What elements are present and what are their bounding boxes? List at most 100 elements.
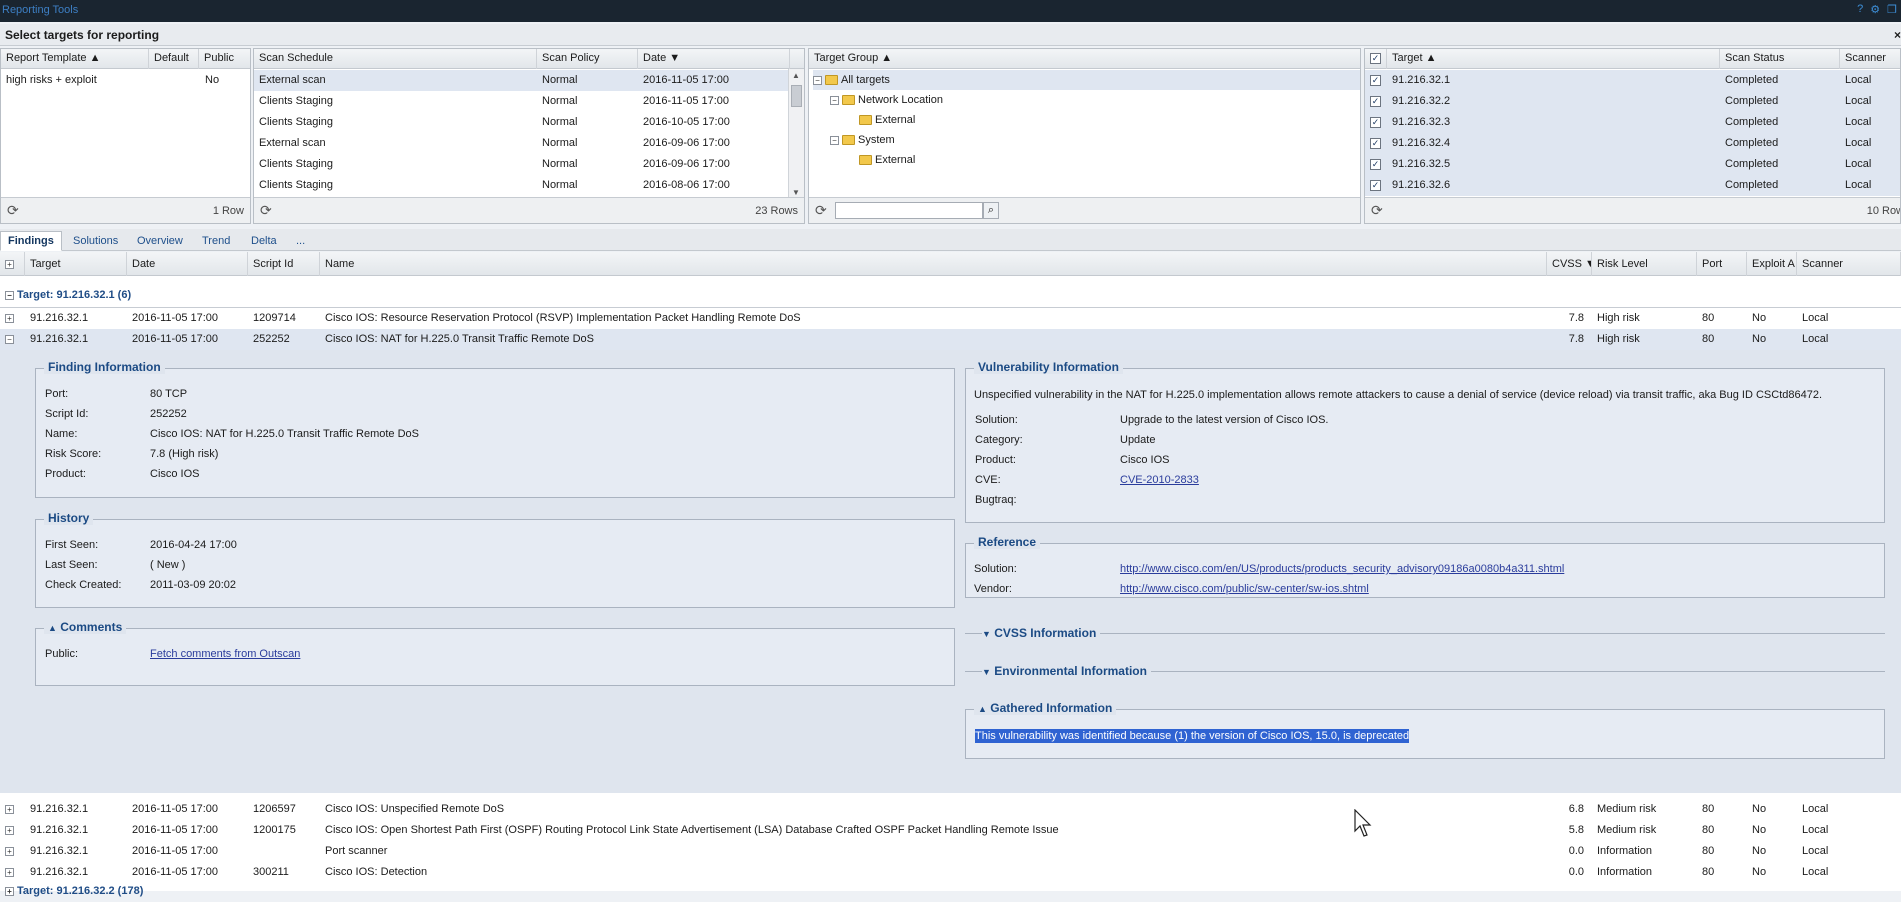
field-label: Last Seen: bbox=[45, 559, 98, 571]
environmental-information-toggle[interactable]: ▼ Environmental Information bbox=[982, 664, 1151, 678]
scrollbar-thumb[interactable] bbox=[791, 85, 802, 107]
table-row[interactable]: ✓ 91.216.32.3 Completed Local bbox=[1365, 112, 1900, 133]
column-exploit[interactable]: Exploit A bbox=[1747, 252, 1797, 276]
expand-row-icon[interactable]: + bbox=[5, 799, 25, 820]
column-port[interactable]: Port bbox=[1697, 252, 1747, 276]
collapse-icon[interactable]: − bbox=[830, 135, 839, 145]
target-checkbox[interactable]: ✓ bbox=[1365, 70, 1387, 91]
table-row[interactable]: ✓ 91.216.32.6 Completed Local bbox=[1365, 175, 1900, 196]
collapse-icon[interactable]: − bbox=[830, 95, 839, 105]
refresh-icon[interactable]: ⟳ bbox=[260, 203, 272, 217]
column-scanner[interactable]: Scanner bbox=[1797, 252, 1901, 276]
table-row[interactable]: ✓ 91.216.32.2 Completed Local bbox=[1365, 91, 1900, 112]
column-target-group[interactable]: Target Group ▲ bbox=[809, 49, 1360, 69]
refresh-icon[interactable]: ⟳ bbox=[1371, 203, 1383, 217]
tab-delta[interactable]: Delta bbox=[243, 231, 285, 251]
close-icon[interactable]: × bbox=[1894, 28, 1901, 42]
table-row[interactable]: high risks + exploit No bbox=[1, 70, 250, 91]
column-script-id[interactable]: Script Id bbox=[248, 252, 320, 276]
collapse-row-icon[interactable]: − bbox=[5, 329, 25, 350]
column-scan-policy[interactable]: Scan Policy bbox=[537, 49, 638, 69]
column-scanner[interactable]: Scanner bbox=[1840, 49, 1900, 69]
column-target[interactable]: Target bbox=[25, 252, 127, 276]
tree-node[interactable]: − All targets bbox=[813, 70, 1360, 90]
template-public: No bbox=[205, 74, 220, 86]
table-row[interactable]: Clients Staging Normal 2016-09-06 17:00 bbox=[254, 154, 788, 175]
column-date[interactable]: Date ▼ bbox=[638, 49, 790, 69]
group-row-target-2[interactable]: + Target: 91.216.32.2 (178) bbox=[0, 881, 1901, 902]
expand-icon[interactable]: + bbox=[5, 886, 14, 896]
column-scan-schedule[interactable]: Scan Schedule bbox=[254, 49, 537, 69]
cve-link[interactable]: CVE-2010-2833 bbox=[1120, 474, 1199, 486]
collapse-icon[interactable]: − bbox=[813, 75, 822, 85]
select-all-checkbox[interactable]: ✓ bbox=[1365, 49, 1387, 69]
target-checkbox[interactable]: ✓ bbox=[1365, 175, 1387, 196]
tree-node[interactable]: External bbox=[847, 110, 915, 130]
finding-script-id: 1200175 bbox=[253, 824, 296, 836]
table-row[interactable]: ✓ 91.216.32.1 Completed Local bbox=[1365, 70, 1900, 91]
scroll-up-icon[interactable]: ▲ bbox=[792, 71, 800, 80]
table-row[interactable]: External scan Normal 2016-09-06 17:00 bbox=[254, 133, 788, 154]
expand-row-icon[interactable]: + bbox=[5, 308, 25, 329]
table-row[interactable]: ✓ 91.216.32.4 Completed Local bbox=[1365, 133, 1900, 154]
reference-vendor-link[interactable]: http://www.cisco.com/public/sw-center/sw… bbox=[1120, 583, 1369, 595]
finding-row[interactable]: +91.216.32.1 2016-11-05 17:00 300211 Cisco … bbox=[0, 862, 1901, 883]
settings-icon[interactable]: ⚙ bbox=[1870, 3, 1880, 16]
column-target[interactable]: Target ▲ bbox=[1387, 49, 1720, 69]
tree-node[interactable]: External bbox=[847, 150, 915, 170]
refresh-icon[interactable]: ⟳ bbox=[7, 203, 19, 217]
column-date[interactable]: Date bbox=[127, 252, 248, 276]
reference-solution-link[interactable]: http://www.cisco.com/en/US/products/prod… bbox=[1120, 563, 1564, 575]
expand-row-icon[interactable]: + bbox=[5, 841, 25, 862]
table-row[interactable]: ✓ 91.216.32.5 Completed Local bbox=[1365, 154, 1900, 175]
tab-findings[interactable]: Findings bbox=[0, 231, 62, 251]
target-group-search-input[interactable] bbox=[835, 202, 983, 219]
column-default[interactable]: Default bbox=[149, 49, 199, 69]
refresh-icon[interactable]: ⟳ bbox=[815, 203, 827, 217]
field-value: 2011-03-09 20:02 bbox=[150, 579, 237, 591]
search-icon[interactable]: ⌕ bbox=[983, 202, 999, 219]
tab-overview[interactable]: Overview bbox=[129, 231, 191, 251]
table-row[interactable]: Clients Staging Normal 2016-08-06 17:00 bbox=[254, 175, 788, 196]
help-icon[interactable]: ? bbox=[1857, 3, 1863, 16]
table-row[interactable]: Clients Staging Normal 2016-11-05 17:00 bbox=[254, 91, 788, 112]
target-checkbox[interactable]: ✓ bbox=[1365, 91, 1387, 112]
tab-more[interactable]: ... bbox=[288, 231, 313, 251]
finding-row[interactable]: +91.216.32.1 2016-11-05 17:00 1200175 Cisco… bbox=[0, 820, 1901, 841]
group-row-target-1[interactable]: − Target: 91.216.32.1 (6) bbox=[0, 285, 1901, 306]
field-label: Risk Score: bbox=[45, 448, 102, 460]
tree-node[interactable]: − Network Location bbox=[830, 90, 943, 110]
column-risk-level[interactable]: Risk Level bbox=[1592, 252, 1697, 276]
tab-solutions[interactable]: Solutions bbox=[65, 231, 126, 251]
field-value: Cisco IOS: NAT for H.225.0 Transit Traff… bbox=[150, 428, 419, 440]
comments-toggle[interactable]: ▲ Comments bbox=[44, 620, 127, 634]
tree-node[interactable]: − System bbox=[830, 130, 895, 150]
column-cvss[interactable]: CVSS ▼ bbox=[1547, 252, 1592, 276]
scrollbar[interactable]: ▲ ▼ bbox=[788, 69, 804, 199]
target-checkbox[interactable]: ✓ bbox=[1365, 133, 1387, 154]
expand-row-icon[interactable]: + bbox=[5, 820, 25, 841]
fetch-comments-link[interactable]: Fetch comments from Outscan bbox=[150, 648, 300, 660]
expand-row-icon[interactable]: + bbox=[5, 862, 25, 883]
expand-all-icon[interactable]: + bbox=[0, 252, 25, 276]
finding-exploit: No bbox=[1752, 845, 1767, 857]
target-checkbox[interactable]: ✓ bbox=[1365, 154, 1387, 175]
column-public[interactable]: Public bbox=[199, 49, 250, 69]
target-checkbox[interactable]: ✓ bbox=[1365, 112, 1387, 133]
column-report-template[interactable]: Report Template ▲ bbox=[1, 49, 149, 69]
finding-row[interactable]: −91.216.32.1 2016-11-05 17:00 252252 Cisco … bbox=[0, 329, 1901, 350]
restore-icon[interactable]: ❐ bbox=[1887, 3, 1897, 16]
table-row[interactable]: Clients Staging Normal 2016-10-05 17:00 bbox=[254, 112, 788, 133]
finding-row[interactable]: +91.216.32.1 2016-11-05 17:00 1209714 Cisco… bbox=[0, 308, 1901, 329]
cvss-information-toggle[interactable]: ▼ CVSS Information bbox=[982, 626, 1101, 640]
collapse-icon[interactable]: − bbox=[5, 290, 14, 300]
field-value: Update bbox=[1120, 434, 1156, 446]
gathered-information-toggle[interactable]: ▲ Gathered Information bbox=[974, 701, 1117, 715]
scroll-down-icon[interactable]: ▼ bbox=[792, 188, 800, 197]
finding-row[interactable]: +91.216.32.1 2016-11-05 17:00 1206597 Cisco… bbox=[0, 799, 1901, 820]
column-name[interactable]: Name bbox=[320, 252, 1547, 276]
column-scan-status[interactable]: Scan Status bbox=[1720, 49, 1840, 69]
tab-trend[interactable]: Trend bbox=[194, 231, 238, 251]
finding-row[interactable]: +91.216.32.1 2016-11-05 17:00 Port scanner… bbox=[0, 841, 1901, 862]
table-row[interactable]: External scan Normal 2016-11-05 17:00 bbox=[254, 70, 788, 91]
